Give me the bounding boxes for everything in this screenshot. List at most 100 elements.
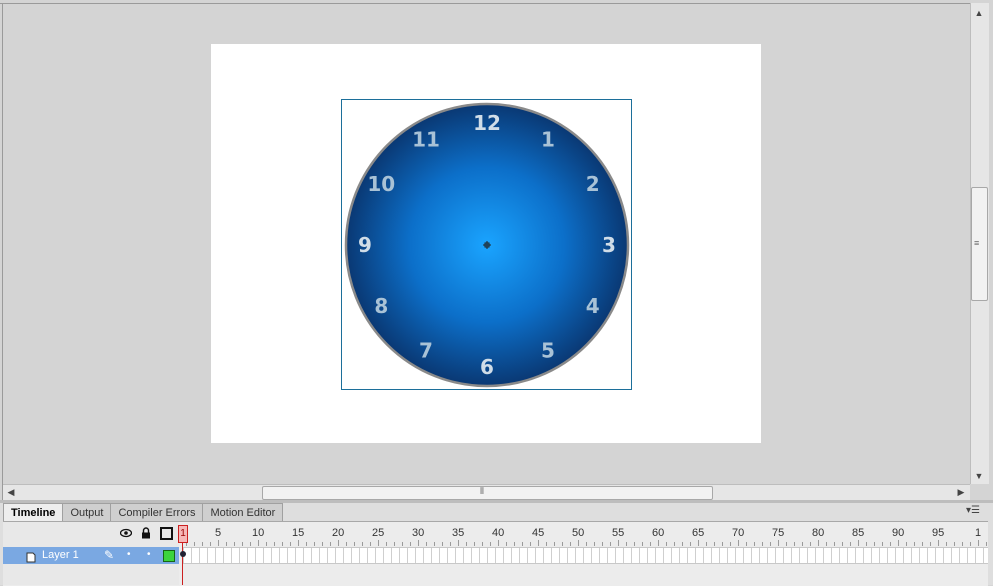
tab-motion-editor[interactable]: Motion Editor	[202, 503, 284, 521]
ruler-label: 25	[372, 527, 385, 539]
ruler-label: 80	[812, 527, 825, 539]
ruler-label: 35	[452, 527, 465, 539]
ruler-label: 55	[612, 527, 625, 539]
ruler-tick	[586, 542, 587, 546]
ruler-tick	[778, 540, 779, 546]
ruler-tick	[954, 542, 955, 546]
ruler-tick	[794, 542, 795, 546]
ruler-tick	[858, 540, 859, 546]
ruler-tick	[698, 540, 699, 546]
ruler-tick	[546, 542, 547, 546]
panel-tabs: Timeline Output Compiler Errors Motion E…	[3, 503, 284, 521]
scroll-down-icon[interactable]: ▼	[972, 471, 986, 481]
ruler-tick	[338, 540, 339, 546]
scroll-left-icon[interactable]: ◀	[6, 487, 16, 497]
clock-number-6: 6	[480, 355, 494, 379]
ruler-tick	[402, 542, 403, 546]
ruler-tick	[394, 542, 395, 546]
ruler-tick	[922, 542, 923, 546]
lock-icon[interactable]	[140, 527, 152, 539]
tab-timeline[interactable]: Timeline	[3, 503, 64, 521]
scroll-up-icon[interactable]: ▲	[972, 8, 986, 18]
ruler-tick	[762, 542, 763, 546]
clock-number-2: 2	[586, 172, 600, 196]
ruler-tick	[786, 542, 787, 546]
outline-icon[interactable]	[160, 527, 173, 540]
ruler-tick	[738, 540, 739, 546]
ruler-tick	[370, 542, 371, 546]
ruler-tick	[714, 542, 715, 546]
clock-face[interactable]: 12 1 2 3 4 5 6 7 8 9 10 11	[341, 99, 632, 390]
horizontal-scroll-thumb[interactable]	[262, 486, 713, 500]
clock-number-7: 7	[419, 339, 433, 363]
ruler-tick	[354, 542, 355, 546]
ruler-tick	[410, 542, 411, 546]
clock-number-5: 5	[541, 339, 555, 363]
layer-header-icons	[119, 527, 173, 540]
ruler-label: 15	[292, 527, 305, 539]
eye-icon[interactable]	[119, 527, 133, 539]
ruler-tick	[706, 542, 707, 546]
clock-number-1: 1	[541, 127, 555, 151]
scroll-right-icon[interactable]: ▶	[956, 487, 966, 497]
ruler-tick	[570, 542, 571, 546]
layer-name[interactable]: Layer 1	[42, 548, 79, 563]
layer-outline-color[interactable]	[163, 550, 175, 562]
ruler-tick	[562, 542, 563, 546]
visibility-dot-icon[interactable]: •	[127, 549, 131, 560]
ruler-tick	[842, 542, 843, 546]
ruler-label: 85	[852, 527, 865, 539]
ruler-tick	[306, 542, 307, 546]
clock-number-8: 8	[374, 294, 388, 318]
playhead[interactable]: 1	[178, 525, 188, 543]
ruler-tick	[194, 542, 195, 546]
ruler-tick	[554, 542, 555, 546]
panel-menu-icon[interactable]: ▾☰	[966, 505, 986, 517]
ruler-tick	[666, 542, 667, 546]
ruler-tick	[522, 542, 523, 546]
ruler-label: 40	[492, 527, 505, 539]
ruler-tick	[234, 542, 235, 546]
ruler-tick	[514, 542, 515, 546]
ruler-tick	[490, 542, 491, 546]
ruler-tick	[802, 542, 803, 546]
keyframe[interactable]	[180, 551, 186, 557]
clock-number-4: 4	[586, 294, 600, 318]
layer-frames[interactable]	[183, 547, 988, 564]
ruler-tick	[314, 542, 315, 546]
ruler-tick	[946, 542, 947, 546]
ruler-tick	[466, 542, 467, 546]
ruler-tick	[970, 542, 971, 546]
tab-compiler-errors[interactable]: Compiler Errors	[110, 503, 204, 521]
ruler-tick	[578, 540, 579, 546]
ruler-tick	[746, 542, 747, 546]
ruler-label: 60	[652, 527, 665, 539]
ruler-label: 70	[732, 527, 745, 539]
ruler-tick	[978, 540, 979, 546]
ruler-label: 75	[772, 527, 785, 539]
ruler-tick	[602, 542, 603, 546]
ruler-label: 10	[252, 527, 265, 539]
ruler-label: 30	[412, 527, 425, 539]
clock-number-9: 9	[358, 233, 372, 257]
ruler-label: 1	[975, 527, 982, 539]
ruler-tick	[290, 542, 291, 546]
ruler-tick	[274, 542, 275, 546]
ruler-tick	[450, 542, 451, 546]
ruler-tick	[210, 542, 211, 546]
ruler-tick	[266, 542, 267, 546]
ruler-tick	[610, 542, 611, 546]
ruler-tick	[474, 542, 475, 546]
ruler-label: 50	[572, 527, 585, 539]
ruler-tick	[930, 542, 931, 546]
ruler-tick	[874, 542, 875, 546]
workspace-border-left	[2, 3, 3, 503]
ruler-tick	[378, 540, 379, 546]
lock-dot-icon[interactable]: •	[147, 549, 151, 560]
frame-ruler[interactable]: 5 10 15 20 25 30 35 40 45 50 55 60 65 70 75 80 85 90 95 1	[182, 522, 988, 546]
tab-output[interactable]: Output	[62, 503, 112, 521]
clock-number-3: 3	[602, 233, 616, 257]
grip-icon: ≡	[974, 238, 980, 248]
ruler-tick	[914, 542, 915, 546]
ruler-tick	[866, 542, 867, 546]
